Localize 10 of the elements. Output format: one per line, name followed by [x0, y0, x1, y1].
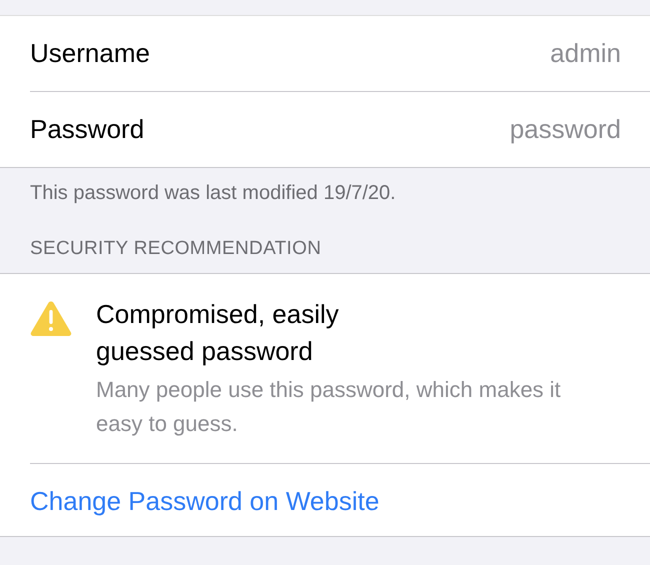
field-value: password	[510, 114, 621, 145]
recommendation-title: Compromised, easily guessed password	[96, 298, 340, 368]
footnote-text: This password was last modified 19/7/20.	[30, 182, 397, 206]
field-value: admin	[550, 38, 621, 69]
field-label: Username	[30, 38, 150, 69]
recommendation-description: Many people use this password, which makes it easy to guess.	[96, 376, 562, 438]
field-label: Password	[30, 114, 144, 145]
change-password-link[interactable]: Change Password on Website	[30, 486, 380, 517]
section-header: SECURITY RECOMMENDATION	[30, 238, 322, 261]
warning-icon	[30, 300, 72, 336]
